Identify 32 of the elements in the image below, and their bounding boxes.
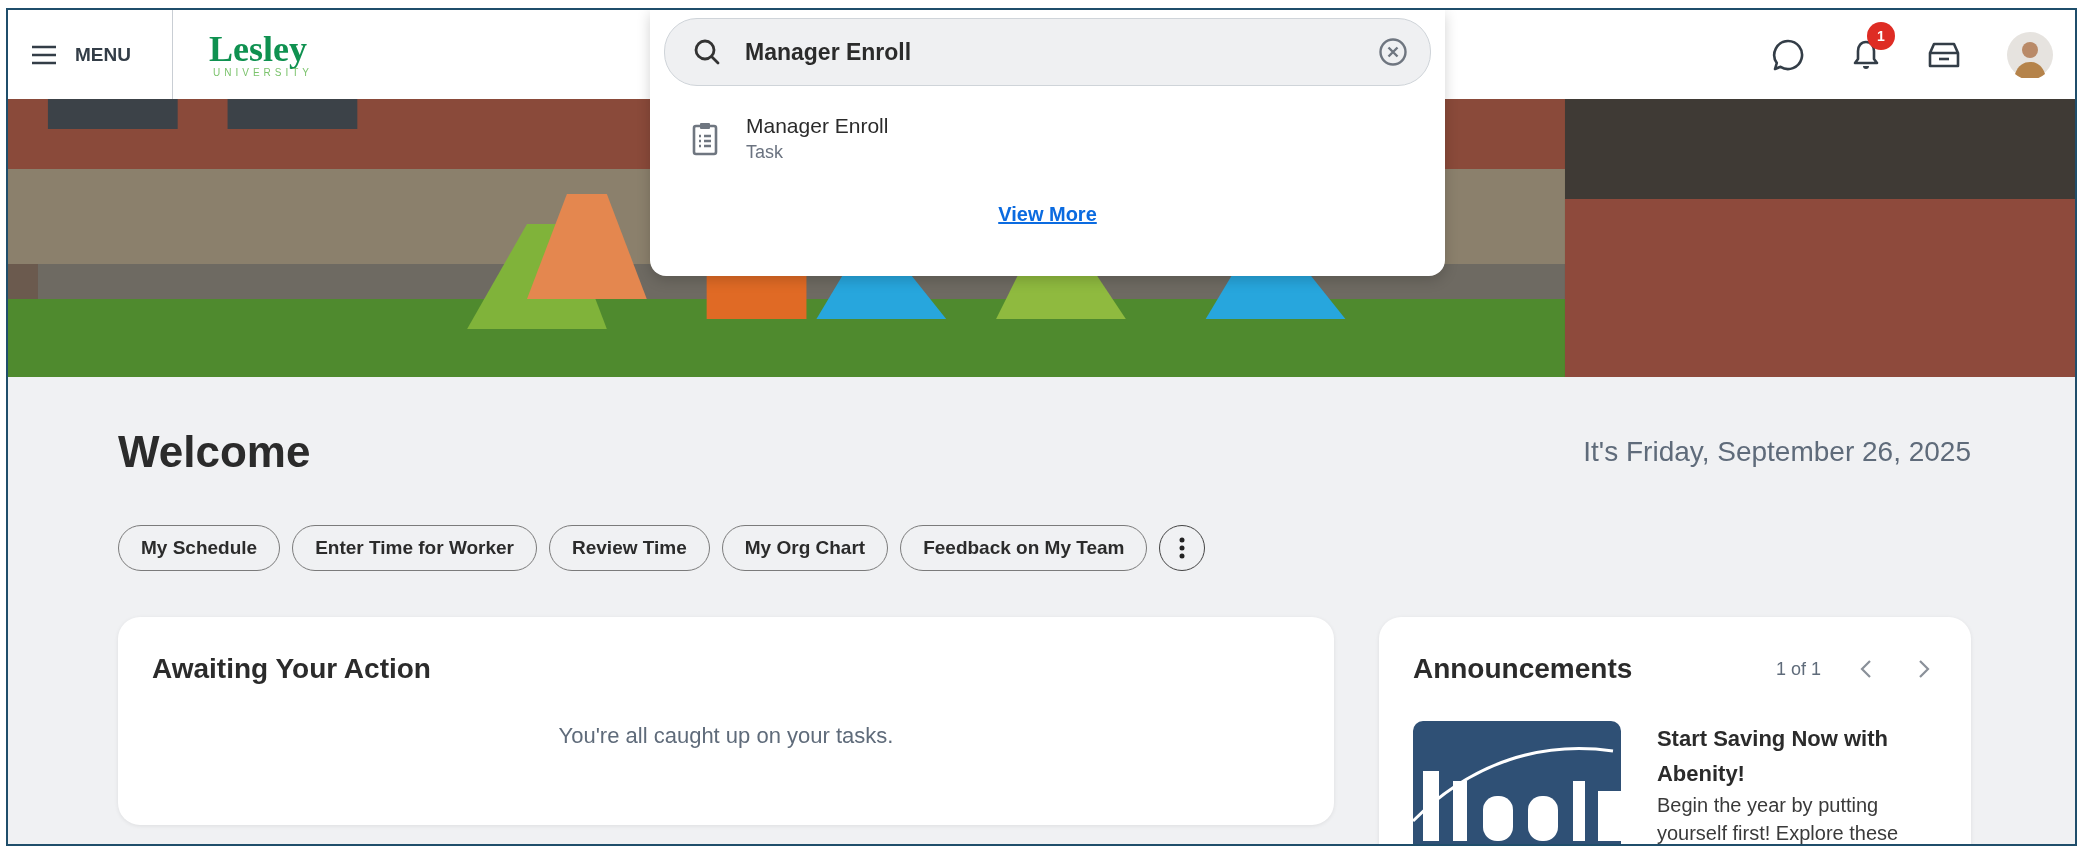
announcement-text: Begin the year by putting yourself first! Explore these xyxy=(1656,793,1900,844)
empty-message: You're all caught up on your tasks. xyxy=(557,723,895,749)
pager-text: 1 of 1 xyxy=(1775,658,1821,680)
notification-badge: 1 xyxy=(1867,21,1895,50)
card-title: Awaiting Your Action xyxy=(152,653,432,685)
shortcut-button[interactable]: My Schedule xyxy=(118,525,281,571)
more-icon xyxy=(1179,537,1186,559)
shortcut-button[interactable]: My Org Chart xyxy=(721,525,889,571)
menu-icon xyxy=(31,44,57,65)
logo-wordmark: Lesley xyxy=(209,31,307,67)
inbox-icon[interactable] xyxy=(1927,40,1961,69)
clear-icon[interactable] xyxy=(1378,37,1408,67)
next-icon[interactable] xyxy=(1917,658,1931,680)
date-text: It's Friday, September 26, 2025 xyxy=(1583,436,1971,468)
clipboard-icon xyxy=(692,121,718,156)
search-field[interactable]: Manager Enroll xyxy=(664,18,1431,86)
result-title: Manager Enroll xyxy=(746,114,889,138)
announcement-title[interactable]: Start Saving Now with Abenity! xyxy=(1656,721,1907,791)
view-more-link[interactable]: View More xyxy=(998,203,1097,226)
shortcut-button[interactable]: Feedback on My Team xyxy=(900,525,1148,571)
card-title: Announcements xyxy=(1412,653,1633,685)
shortcut-button[interactable]: Enter Time for Worker xyxy=(292,525,537,571)
previous-icon[interactable] xyxy=(1859,658,1873,680)
avatar[interactable] xyxy=(2007,31,2053,78)
result-type: Task xyxy=(746,142,784,163)
shortcut-button[interactable]: Review Time xyxy=(549,525,710,571)
more-button[interactable] xyxy=(1159,525,1206,571)
search-icon xyxy=(693,38,721,66)
search-result[interactable]: Manager Enroll Task xyxy=(664,86,1431,163)
chat-icon[interactable] xyxy=(1771,37,1805,72)
logo-subtitle: UNIVERSITY xyxy=(213,67,313,78)
page-title: Welcome xyxy=(118,427,311,477)
